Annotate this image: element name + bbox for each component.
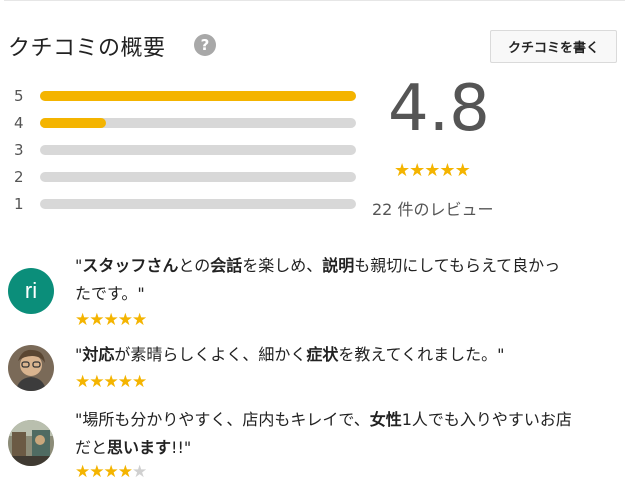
star-icon: ★ (103, 310, 119, 330)
star-icon: ★ (75, 462, 90, 482)
star-icon: ★ (424, 160, 440, 181)
rating-bar-track (40, 172, 356, 182)
highlight-keyword: 思います (107, 438, 172, 457)
rating-bar-fill (40, 91, 356, 101)
rating-bar-label: 5 (14, 87, 24, 105)
star-icon: ★ (89, 462, 104, 482)
star-icon: ★ (75, 310, 90, 330)
text-segment: 1人でも入りやすいお店 (401, 410, 572, 429)
review-stars: ★★★★★ (75, 310, 147, 330)
star-icon: ★ (439, 160, 455, 181)
star-icon: ★ (103, 462, 119, 482)
review-count-link[interactable]: 22 件のレビュー (372, 196, 493, 220)
rating-bar-5: 5 (14, 87, 356, 105)
highlight-keyword: 女性 (369, 410, 402, 429)
help-icon[interactable]: ? (194, 34, 216, 56)
avatar-photo-icon (8, 420, 54, 466)
rating-bar-label: 3 (14, 141, 24, 159)
review-text: "対応が素晴らしくよく、細かく症状を教えてくれました。" (75, 341, 615, 369)
text-segment: だと (75, 438, 108, 457)
star-icon: ★ (132, 372, 147, 392)
rating-bar-2: 2 (14, 168, 356, 186)
star-icon: ★ (117, 462, 133, 482)
avatar-photo-icon (8, 345, 54, 391)
page-title: クチコミの概要 (8, 36, 166, 61)
highlight-keyword: 対応 (82, 345, 115, 364)
rating-bar-label: 1 (14, 195, 24, 213)
star-icon: ★ (117, 310, 133, 330)
write-review-button[interactable]: クチコミを書く (490, 30, 617, 63)
highlight-keyword: 症状 (306, 345, 339, 364)
star-icon: ★ (89, 372, 104, 392)
highlight-keyword: 会話 (210, 256, 243, 275)
star-empty-icon: ★ (132, 462, 147, 482)
text-segment: が素晴らしくよく、細かく (114, 345, 307, 364)
star-icon: ★ (454, 160, 471, 181)
rating-bar-track (40, 118, 356, 128)
review-text: "スタッフさんとの会話を楽しめ、説明も親切にしてもらえて良かっ たです。" (75, 252, 615, 308)
text-segment: も親切にしてもらえて良かっ (354, 256, 561, 275)
star-icon: ★ (103, 372, 119, 392)
text-segment: !!" (171, 438, 192, 457)
highlight-keyword: 説明 (322, 256, 355, 275)
rating-bar-track (40, 91, 356, 101)
rating-bar-track (40, 145, 356, 155)
rating-bar-4: 4 (14, 114, 356, 132)
average-rating: 4.8 (388, 72, 490, 146)
star-icon: ★ (75, 372, 90, 392)
star-icon: ★ (89, 310, 104, 330)
text-segment: たです。" (75, 284, 145, 303)
avatar[interactable] (8, 420, 54, 466)
rating-bar-fill (40, 118, 107, 128)
star-icon: ★ (409, 160, 425, 181)
average-stars: ★★★★★ (394, 160, 471, 181)
text-segment: を教えてくれました。" (338, 345, 505, 364)
rating-bar-3: 3 (14, 141, 356, 159)
avatar[interactable]: ri (8, 268, 54, 314)
top-divider (4, 0, 625, 1)
text-segment: を楽しめ、 (242, 256, 323, 275)
text-segment: との (178, 256, 211, 275)
review-stars: ★★★★★ (75, 462, 147, 482)
review-stars: ★★★★★ (75, 372, 147, 392)
review-text: "場所も分かりやすく、店内もキレイで、女性1人でも入りやすいお店だと思います!!… (75, 406, 615, 462)
rating-bar-label: 2 (14, 168, 24, 186)
text-segment: "場所も分かりやすく、店内もキレイで、 (75, 410, 370, 429)
star-icon: ★ (117, 372, 133, 392)
rating-bar-label: 4 (14, 114, 24, 132)
avatar[interactable] (8, 345, 54, 391)
rating-bar-track (40, 199, 356, 209)
rating-bar-1: 1 (14, 195, 356, 213)
star-icon: ★ (394, 160, 410, 181)
star-icon: ★ (132, 310, 147, 330)
highlight-keyword: スタッフさん (82, 256, 179, 275)
